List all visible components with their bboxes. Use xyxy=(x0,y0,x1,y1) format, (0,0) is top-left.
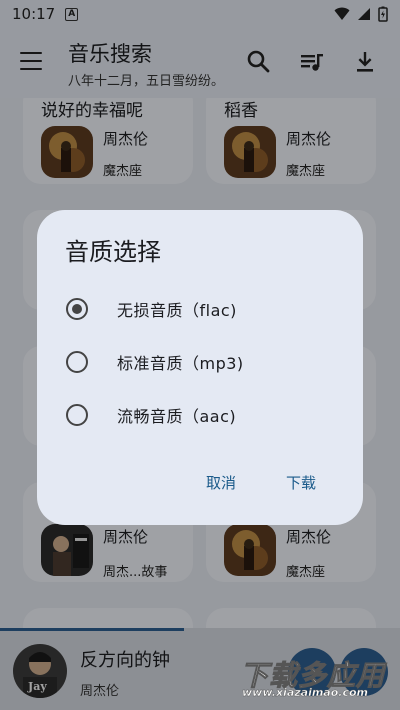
option-label: 流畅音质（aac) xyxy=(117,407,237,426)
watermark-logo: 下载多应用 www.xiazaimao.com xyxy=(238,656,398,700)
dialog-title: 音质选择 xyxy=(65,238,161,266)
option-mp3[interactable]: 标准音质（mp3) xyxy=(65,342,345,382)
option-flac[interactable]: 无损音质（flac) xyxy=(65,289,345,329)
download-button[interactable]: 下载 xyxy=(286,472,316,493)
option-label: 标准音质（mp3) xyxy=(117,354,244,373)
option-label: 无损音质（flac) xyxy=(117,301,237,320)
radio-button[interactable] xyxy=(66,298,88,320)
quality-dialog: 音质选择 无损音质（flac) 标准音质（mp3) 流畅音质（aac) 取消 下… xyxy=(37,210,363,525)
watermark-url: www.xiazaimao.com xyxy=(242,686,369,699)
cancel-button[interactable]: 取消 xyxy=(206,472,236,493)
radio-button[interactable] xyxy=(66,404,88,426)
radio-button[interactable] xyxy=(66,351,88,373)
option-aac[interactable]: 流畅音质（aac) xyxy=(65,395,345,435)
